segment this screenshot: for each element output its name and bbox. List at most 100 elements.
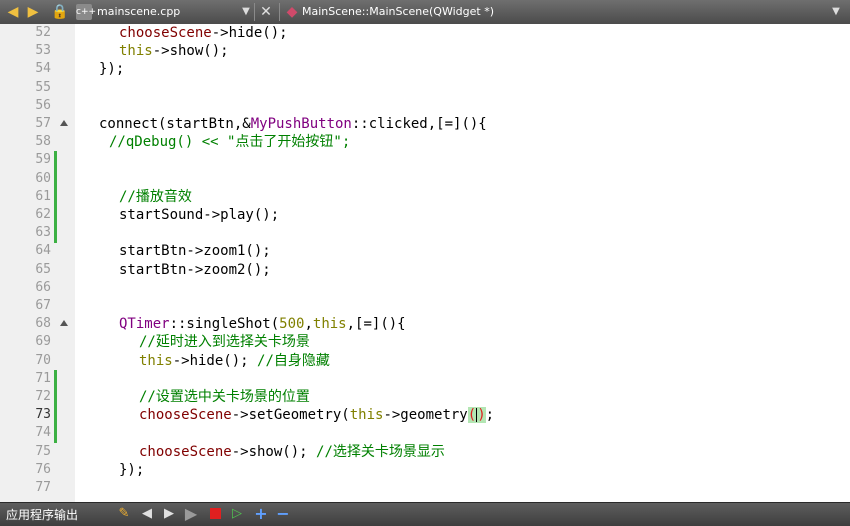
line-number: 77 bbox=[35, 480, 51, 495]
code-line[interactable]: 56 bbox=[0, 97, 850, 115]
code-token: connect(startBtn,& bbox=[99, 116, 251, 132]
code-line[interactable]: 68 QTimer::singleShot(500,this,[=](){ bbox=[0, 315, 850, 333]
code-line[interactable]: 71 bbox=[0, 369, 850, 389]
code-line[interactable]: 52 chooseScene->hide(); bbox=[0, 24, 850, 42]
code-token: this bbox=[349, 407, 384, 424]
code-line[interactable]: 77 bbox=[0, 479, 850, 497]
code-line[interactable]: 73 chooseScene->setGeometry(this->geometr… bbox=[0, 406, 850, 426]
editor-toolbar: ◀ ▶ 🔒 c++ mainscene.cpp ▼ ✕ ◆ MainScene:… bbox=[0, 0, 850, 25]
fold-marker-icon[interactable] bbox=[60, 120, 68, 126]
modified-line-marker bbox=[54, 151, 57, 171]
code-token: , bbox=[304, 316, 313, 333]
line-number: 62 bbox=[35, 207, 51, 222]
line-number: 59 bbox=[35, 152, 51, 168]
file-tab[interactable]: mainscene.cpp bbox=[97, 4, 180, 20]
code-text: this->show(); bbox=[119, 42, 229, 60]
line-number: 72 bbox=[35, 389, 51, 404]
code-line[interactable]: 55 bbox=[0, 79, 850, 97]
output-panel-title[interactable]: 应用程序输出 bbox=[6, 507, 78, 523]
line-number: 56 bbox=[35, 97, 51, 113]
code-token: }); bbox=[119, 461, 145, 478]
code-text: chooseScene->setGeometry(this->geometry(… bbox=[139, 406, 494, 424]
close-icon[interactable]: ✕ bbox=[258, 4, 274, 20]
code-text: }); bbox=[99, 60, 124, 78]
clear-output-icon[interactable]: ✎ bbox=[116, 506, 132, 522]
zoom-in-icon[interactable]: + bbox=[253, 506, 269, 522]
previous-arrow-icon[interactable]: ◀ bbox=[139, 506, 155, 522]
code-token: this bbox=[139, 352, 173, 369]
code-text: //播放音效 bbox=[119, 188, 192, 206]
code-token: //设置选中关卡场景的位置 bbox=[139, 389, 310, 405]
code-line[interactable]: 60 bbox=[0, 169, 850, 189]
code-text: startSound->play(); bbox=[119, 206, 279, 224]
line-number: 65 bbox=[35, 261, 51, 277]
code-token: this bbox=[119, 43, 153, 60]
code-line[interactable]: 67 bbox=[0, 297, 850, 315]
back-arrow-icon[interactable]: ◀ bbox=[5, 4, 21, 20]
modified-line-marker bbox=[54, 369, 57, 389]
next-arrow-icon[interactable]: ▶ bbox=[161, 506, 177, 522]
output-pane-bar: 应用程序输出 ✎ ◀ ▶ ▶ ▷ + − bbox=[0, 502, 850, 526]
line-number: 71 bbox=[35, 370, 51, 386]
code-token: 500 bbox=[279, 316, 305, 333]
code-token: chooseScene bbox=[119, 25, 212, 41]
code-line[interactable]: 63 bbox=[0, 224, 850, 244]
code-line[interactable]: 58 //qDebug() << "点击了开始按钮"; bbox=[0, 133, 850, 151]
line-number: 52 bbox=[35, 25, 51, 40]
code-token: ::clicked,[=](){ bbox=[351, 116, 487, 132]
code-token: ->geometry bbox=[383, 407, 468, 424]
fold-marker-icon[interactable] bbox=[60, 320, 68, 327]
code-line[interactable]: 74 bbox=[0, 424, 850, 444]
modified-line-marker bbox=[54, 388, 57, 407]
attach-debugger-icon[interactable]: ▷ bbox=[229, 506, 245, 522]
code-text: //延时进入到选择关卡场景 bbox=[139, 333, 310, 351]
code-text: this->hide(); //自身隐藏 bbox=[139, 352, 330, 370]
line-number: 61 bbox=[35, 188, 51, 204]
code-line[interactable]: 76}); bbox=[0, 461, 850, 479]
line-number: 55 bbox=[35, 79, 51, 95]
code-line[interactable]: 59 bbox=[0, 151, 850, 171]
toolbar-divider bbox=[254, 3, 255, 21]
code-line[interactable]: 66 bbox=[0, 279, 850, 297]
chevron-down-icon[interactable]: ▼ bbox=[828, 4, 844, 20]
line-number: 75 bbox=[35, 443, 51, 459]
code-text: }); bbox=[119, 461, 144, 479]
code-token: }); bbox=[99, 61, 125, 78]
code-line[interactable]: 57 connect(startBtn,&MyPushButton::clicke… bbox=[0, 115, 850, 133]
code-line[interactable]: 69 //延时进入到选择关卡场景 bbox=[0, 333, 850, 351]
code-token: this bbox=[312, 316, 347, 333]
modified-line-marker bbox=[54, 206, 57, 225]
code-line[interactable]: 64 startBtn->zoom1(); bbox=[0, 242, 850, 260]
modified-line-marker bbox=[54, 424, 57, 444]
line-number: 68 bbox=[35, 316, 51, 332]
lock-icon: 🔒 bbox=[51, 4, 69, 20]
run-icon[interactable]: ▶ bbox=[183, 506, 199, 522]
zoom-out-icon[interactable]: − bbox=[275, 506, 291, 522]
code-line[interactable]: 62 startSound->play(); bbox=[0, 206, 850, 225]
code-line[interactable]: 75 chooseScene->show(); //选择关卡场景显示 bbox=[0, 443, 850, 461]
line-number: 70 bbox=[35, 352, 51, 368]
code-line[interactable]: 65 startBtn->zoom2(); bbox=[0, 261, 850, 279]
line-number: 73 bbox=[35, 407, 51, 423]
line-number: 74 bbox=[35, 425, 51, 441]
code-token: ->setGeometry( bbox=[231, 407, 350, 424]
modified-line-marker bbox=[54, 187, 57, 207]
code-text: //qDebug() << "点击了开始按钮"; bbox=[109, 133, 350, 151]
code-token: //自身隐藏 bbox=[257, 352, 330, 369]
code-line[interactable]: 61 //播放音效 bbox=[0, 187, 850, 207]
function-selector[interactable]: MainScene::MainScene(QWidget *) bbox=[302, 4, 494, 20]
code-line[interactable]: 53 this->show(); bbox=[0, 42, 850, 60]
code-line[interactable]: 54}); bbox=[0, 60, 850, 78]
code-line[interactable]: 72 //设置选中关卡场景的位置 bbox=[0, 388, 850, 407]
code-token: startBtn->zoom2(); bbox=[119, 261, 271, 278]
forward-arrow-icon[interactable]: ▶ bbox=[25, 4, 41, 20]
code-token: //播放音效 bbox=[119, 188, 192, 205]
code-text: chooseScene->show(); //选择关卡场景显示 bbox=[139, 443, 445, 461]
code-text: startBtn->zoom2(); bbox=[119, 261, 271, 279]
code-line[interactable]: 70 this->hide(); //自身隐藏 bbox=[0, 352, 850, 370]
line-number: 63 bbox=[35, 225, 51, 241]
line-number: 76 bbox=[35, 461, 51, 477]
stop-icon[interactable] bbox=[207, 506, 223, 522]
code-token: startSound->play(); bbox=[119, 207, 280, 223]
chevron-down-icon[interactable]: ▼ bbox=[238, 4, 254, 20]
